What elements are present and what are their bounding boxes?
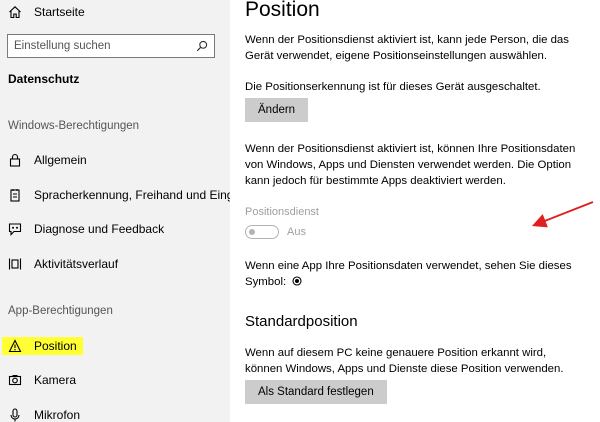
search-input[interactable]	[14, 40, 196, 52]
location-in-use-icon	[292, 276, 302, 286]
default-position-description: Wenn auf diesem PC keine genauere Positi…	[245, 347, 564, 375]
sidebar-item-allgemein[interactable]: Allgemein	[8, 148, 87, 172]
toggle-label: Positionsdienst	[245, 206, 319, 218]
intro-text: Wenn der Positionsdienst aktiviert ist, …	[245, 34, 569, 62]
feedback-icon	[8, 222, 22, 236]
service-description: Wenn der Positionsdienst aktiviert ist, …	[245, 143, 576, 187]
change-button[interactable]: Ändern	[245, 98, 309, 122]
timeline-icon	[8, 257, 22, 271]
symbol-explanation: Wenn eine App Ihre Positionsdaten verwen…	[245, 258, 583, 290]
search-icon[interactable]	[196, 40, 208, 52]
notepad-icon	[8, 188, 22, 202]
set-default-button[interactable]: Als Standard festlegen	[245, 380, 387, 404]
sidebar: Startseite Datenschutz Windows-Berechtig…	[0, 0, 230, 422]
device-status-text: Die Positionserkennung ist für dieses Ge…	[245, 81, 541, 93]
location-service-toggle[interactable]	[245, 225, 279, 239]
sidebar-item-mikrofon[interactable]: Mikrofon	[8, 403, 80, 422]
search-box[interactable]	[7, 34, 215, 58]
sidebar-item-label: Allgemein	[34, 153, 87, 167]
sidebar-item-home[interactable]: Startseite	[8, 0, 85, 24]
location-icon	[8, 339, 22, 353]
section-label-windows: Windows-Berechtigungen	[8, 120, 140, 132]
home-icon	[8, 5, 22, 19]
sidebar-item-label: Diagnose und Feedback	[34, 222, 165, 236]
sidebar-item-label: Mikrofon	[34, 408, 81, 422]
category-title: Datenschutz	[8, 72, 80, 86]
sidebar-item-label: Startseite	[34, 5, 85, 19]
sidebar-item-position[interactable]: Position	[2, 334, 83, 358]
page-title: Position	[245, 0, 320, 21]
sidebar-item-label: Aktivitätsverlauf	[34, 257, 119, 271]
sidebar-item-spracherkennung[interactable]: Spracherkennung, Freihand und Eingabe	[8, 183, 230, 207]
camera-icon	[8, 373, 22, 387]
sidebar-item-label: Position	[34, 339, 77, 353]
selected-highlight: Position	[2, 337, 83, 355]
sidebar-item-diagnose[interactable]: Diagnose und Feedback	[8, 217, 164, 241]
sidebar-item-label: Spracherkennung, Freihand und Eingabe	[34, 188, 230, 202]
annotation-arrow	[531, 201, 594, 228]
toggle-state-text: Aus	[287, 226, 306, 238]
sidebar-item-label: Kamera	[34, 373, 77, 387]
section-label-apps: App-Berechtigungen	[8, 305, 113, 317]
sidebar-item-kamera[interactable]: Kamera	[8, 368, 76, 392]
default-position-title: Standardposition	[245, 313, 358, 330]
toggle-knob	[249, 228, 255, 235]
lock-icon	[8, 153, 22, 167]
sidebar-item-aktivitaetsverlauf[interactable]: Aktivitätsverlauf	[8, 252, 118, 276]
microphone-icon	[8, 408, 22, 422]
